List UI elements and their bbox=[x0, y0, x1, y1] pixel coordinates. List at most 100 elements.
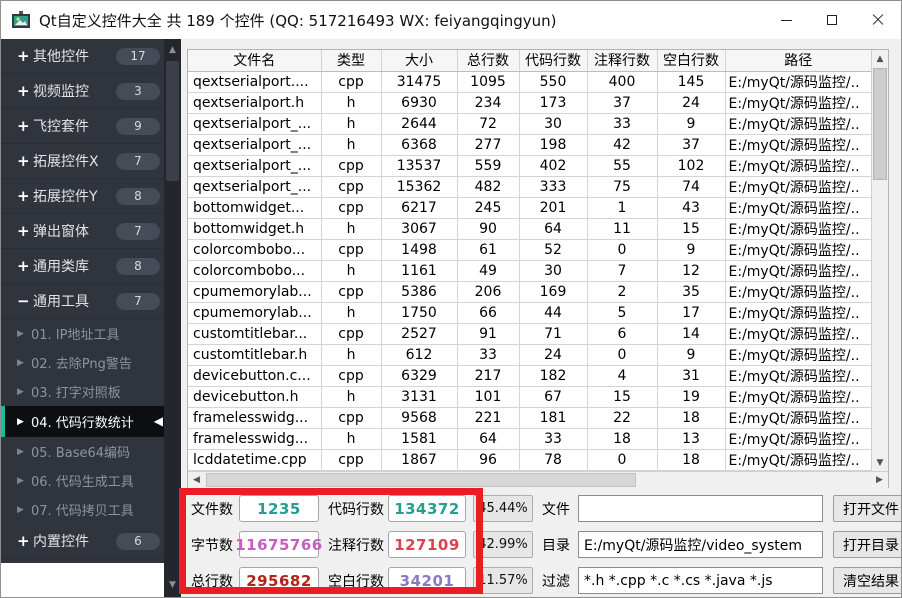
table-cell: 3131 bbox=[381, 386, 457, 407]
scroll-down-icon[interactable]: ▼ bbox=[872, 454, 888, 471]
table-row[interactable]: qextserialport.hh69302341733724E:/myQt/源… bbox=[188, 92, 871, 113]
table-cell: E:/myQt/源码监控/.. bbox=[725, 176, 871, 197]
table-horizontal-scrollbar[interactable]: ◀ ▶ bbox=[188, 471, 888, 488]
table-row[interactable]: customtitlebar...cpp25279171614E:/myQt/源… bbox=[188, 323, 871, 344]
table-cell: qextserialport.... bbox=[188, 71, 321, 92]
sidebar-group-拓展控件Y[interactable]: +拓展控件Y8 bbox=[1, 179, 164, 214]
sidebar-group-视频监控[interactable]: +视频监控3 bbox=[1, 74, 164, 109]
table-row[interactable]: devicebutton.hh3131101671519E:/myQt/源码监控… bbox=[188, 386, 871, 407]
scroll-left-icon[interactable]: ◀ bbox=[188, 472, 205, 488]
sidebar-group-弹出窗体[interactable]: +弹出窗体7 bbox=[1, 214, 164, 249]
chevron-right-icon: ▶ bbox=[17, 358, 31, 368]
table-cell: cpp bbox=[321, 281, 381, 302]
table-vertical-scrollbar[interactable]: ▲ ▼ bbox=[871, 50, 888, 471]
column-header[interactable]: 总行数 bbox=[457, 50, 519, 71]
sidebar-group-其他控件[interactable]: +其他控件17 bbox=[1, 39, 164, 74]
column-header[interactable]: 注释行数 bbox=[587, 50, 657, 71]
sidebar-scrollbar-thumb[interactable] bbox=[166, 61, 179, 181]
table-cell: 75 bbox=[587, 176, 657, 197]
table-cell: 9 bbox=[657, 344, 725, 365]
table-cell: 43 bbox=[657, 197, 725, 218]
table-row[interactable]: qextserialport_...cpp153624823337574E:/m… bbox=[188, 176, 871, 197]
sidebar-group-飞控套件[interactable]: +飞控套件9 bbox=[1, 109, 164, 144]
table-cell: 33 bbox=[457, 344, 519, 365]
table-row[interactable]: devicebutton.c...cpp6329217182431E:/myQt… bbox=[188, 365, 871, 386]
close-icon bbox=[872, 14, 884, 26]
table-row[interactable]: cpumemorylab...cpp5386206169235E:/myQt/源… bbox=[188, 281, 871, 302]
table-row[interactable]: framelesswidg...cpp95682211812218E:/myQt… bbox=[188, 407, 871, 428]
table-row[interactable]: cpumemorylab...h17506644517E:/myQt/源码监控/… bbox=[188, 302, 871, 323]
table-row[interactable]: colorcombobo...h11614930712E:/myQt/源码监控/… bbox=[188, 260, 871, 281]
table-cell: 550 bbox=[519, 71, 587, 92]
table-cell: 234 bbox=[457, 92, 519, 113]
table-cell: 482 bbox=[457, 176, 519, 197]
file-input[interactable] bbox=[578, 495, 823, 522]
clear-results-button[interactable]: 清空结果 bbox=[833, 567, 902, 594]
table-cell: 11 bbox=[587, 218, 657, 239]
open-directory-button[interactable]: 打开目录 bbox=[833, 531, 902, 558]
sidebar-group-label: 通用类库 bbox=[33, 256, 89, 276]
table-cell: cpumemorylab... bbox=[188, 281, 321, 302]
sidebar-scrollbar[interactable]: ▲ ▼ bbox=[164, 39, 181, 597]
sidebar-tool-item[interactable]: ▶07. 代码拷贝工具◀ bbox=[1, 495, 164, 524]
table-row[interactable]: bottomwidget.hh306790641115E:/myQt/源码监控/… bbox=[188, 218, 871, 239]
count-badge: 9 bbox=[116, 118, 160, 135]
sidebar-group-label: 拓展控件Y bbox=[33, 186, 98, 206]
table-cell: 2527 bbox=[381, 323, 457, 344]
table-vscroll-thumb[interactable] bbox=[873, 68, 887, 180]
sidebar-tree: +其他控件17+视频监控3+飞控套件9+拓展控件X7+拓展控件Y8+弹出窗体7+… bbox=[1, 39, 164, 597]
column-header[interactable]: 路径 bbox=[725, 50, 871, 71]
sidebar-tool-item[interactable]: ▶05. Base64编码◀ bbox=[1, 437, 164, 466]
table-hscroll-thumb[interactable] bbox=[206, 473, 636, 487]
table-cell: 52 bbox=[519, 239, 587, 260]
table-row[interactable]: lcddatetime.cppcpp18679678018E:/myQt/源码监… bbox=[188, 449, 871, 470]
directory-input[interactable] bbox=[578, 531, 823, 558]
table-cell: 206 bbox=[457, 281, 519, 302]
sidebar-group-内置控件[interactable]: +内置控件6 bbox=[1, 524, 164, 559]
sidebar-tool-item[interactable]: ▶02. 去除Png警告◀ bbox=[1, 348, 164, 377]
sidebar-group-label: 其他控件 bbox=[33, 46, 89, 66]
column-header[interactable]: 大小 bbox=[381, 50, 457, 71]
column-header[interactable]: 类型 bbox=[321, 50, 381, 71]
close-button[interactable] bbox=[855, 1, 901, 39]
table-row[interactable]: colorcombobo...cpp1498615209E:/myQt/源码监控… bbox=[188, 239, 871, 260]
table-row[interactable]: customtitlebar.hh612332409E:/myQt/源码监控/.… bbox=[188, 344, 871, 365]
table-cell: 201 bbox=[519, 197, 587, 218]
open-file-button[interactable]: 打开文件 bbox=[833, 495, 902, 522]
scroll-up-icon[interactable]: ▲ bbox=[164, 41, 181, 58]
sidebar-group-通用类库[interactable]: +通用类库8 bbox=[1, 249, 164, 284]
table-row[interactable]: qextserialport_...h26447230339E:/myQt/源码… bbox=[188, 113, 871, 134]
sidebar-group-拓展控件X[interactable]: +拓展控件X7 bbox=[1, 144, 164, 179]
sidebar-tool-item[interactable]: ▶06. 代码生成工具◀ bbox=[1, 466, 164, 495]
table-cell: 24 bbox=[657, 92, 725, 113]
minimize-button[interactable] bbox=[763, 1, 809, 39]
scroll-down-icon[interactable]: ▼ bbox=[164, 576, 181, 593]
table-cell: devicebutton.c... bbox=[188, 365, 321, 386]
filter-input[interactable] bbox=[578, 567, 823, 594]
sidebar-tool-item[interactable]: ▶03. 打字对照板◀ bbox=[1, 377, 164, 406]
column-header[interactable]: 文件名 bbox=[188, 50, 321, 71]
scroll-right-icon[interactable]: ▶ bbox=[871, 472, 888, 488]
table-row[interactable]: qextserialport....cpp314751095550400145E… bbox=[188, 71, 871, 92]
bottom-row: 总行数295682空白行数3420111.57%过滤清空结果 bbox=[191, 567, 902, 594]
scroll-up-icon[interactable]: ▲ bbox=[872, 50, 888, 67]
plus-icon: + bbox=[17, 117, 33, 135]
table-cell: 182 bbox=[519, 365, 587, 386]
chevron-right-icon: ▶ bbox=[17, 476, 31, 486]
column-header[interactable]: 代码行数 bbox=[519, 50, 587, 71]
column-header[interactable]: 空白行数 bbox=[657, 50, 725, 71]
table-cell: E:/myQt/源码监控/.. bbox=[725, 134, 871, 155]
table-row[interactable]: bottomwidget...cpp6217245201143E:/myQt/源… bbox=[188, 197, 871, 218]
table-cell: cpp bbox=[321, 407, 381, 428]
sidebar-group-通用工具[interactable]: −通用工具7 bbox=[1, 284, 164, 319]
table-row[interactable]: framelesswidg...h158164331813E:/myQt/源码监… bbox=[188, 428, 871, 449]
table-row[interactable]: qextserialport_...cpp1353755940255102E:/… bbox=[188, 155, 871, 176]
table-cell: 14 bbox=[657, 323, 725, 344]
stat-label: 总行数 bbox=[191, 571, 235, 591]
table-cell: 1750 bbox=[381, 302, 457, 323]
sidebar-tool-item[interactable]: ▶04. 代码行数统计◀ bbox=[1, 406, 164, 437]
maximize-button[interactable] bbox=[809, 1, 855, 39]
sidebar-tool-item[interactable]: ▶01. IP地址工具◀ bbox=[1, 319, 164, 348]
table-cell: 2644 bbox=[381, 113, 457, 134]
table-row[interactable]: qextserialport_...h63682771984237E:/myQt… bbox=[188, 134, 871, 155]
